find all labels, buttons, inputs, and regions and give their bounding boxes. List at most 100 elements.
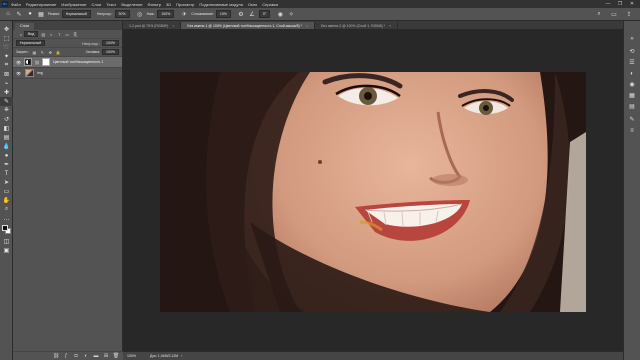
properties-panel-icon[interactable]: ☰ (624, 57, 640, 68)
new-layer-icon[interactable]: ⊞ (103, 353, 109, 359)
filter-shape-icon[interactable]: ▭ (64, 31, 70, 37)
link-icon[interactable]: ⛓ (53, 353, 59, 359)
gradient-tool-icon[interactable]: ▤ (0, 133, 13, 142)
fx-icon[interactable]: ƒ (63, 353, 69, 359)
menu-type[interactable]: Текст (106, 2, 116, 7)
layer-name[interactable]: Цветовой тон/Насыщенность 1 (53, 60, 103, 64)
shape-tool-icon[interactable]: ▭ (0, 187, 13, 196)
quick-select-tool-icon[interactable]: ✦ (0, 52, 13, 61)
airbrush-icon[interactable]: ✈ (180, 10, 188, 18)
menu-edit[interactable]: Редактирование (26, 2, 56, 7)
layer-mask-thumbnail[interactable] (42, 58, 50, 66)
brush-tool-icon[interactable]: ✎ (0, 97, 13, 106)
symmetry-icon[interactable]: ✧ (287, 10, 295, 18)
close-tab-icon[interactable]: × (306, 24, 308, 28)
minimize-button[interactable]: — (602, 1, 614, 7)
lock-pixels-icon[interactable]: ▦ (31, 49, 37, 55)
menu-image[interactable]: Изображение (61, 2, 86, 7)
doc-tab-3[interactable]: Без имени-2 @ 100% (Слой 1, RGB/8) * × (315, 22, 399, 29)
share-icon[interactable]: ⇪ (625, 10, 633, 18)
eraser-tool-icon[interactable]: ◧ (0, 124, 13, 133)
layer-name[interactable]: img (37, 71, 43, 75)
search-icon[interactable]: ⌕ (595, 10, 603, 18)
brush-settings-icon[interactable]: ▦ (37, 10, 45, 18)
adjustments-panel-icon[interactable]: ◐ (624, 68, 640, 79)
zoom-level[interactable]: 100% (127, 354, 136, 358)
folder-icon[interactable]: ▬ (93, 353, 99, 359)
color-swatches[interactable] (0, 223, 13, 237)
libraries-panel-icon[interactable]: ▤ (624, 101, 640, 112)
healing-brush-tool-icon[interactable]: ✚ (0, 88, 13, 97)
color-panel-icon[interactable]: ◉ (624, 79, 640, 90)
close-tab-icon[interactable]: × (172, 24, 174, 28)
history-brush-tool-icon[interactable]: ↺ (0, 115, 13, 124)
canvas-area[interactable] (123, 29, 623, 351)
visibility-eye-icon[interactable]: 👁 (15, 59, 22, 66)
brushes-panel-icon[interactable]: ✎ (624, 114, 640, 125)
crop-tool-icon[interactable]: ⌗ (0, 61, 13, 70)
opacity-input[interactable]: 30% (114, 10, 130, 18)
marquee-tool-icon[interactable]: ⬚ (0, 34, 13, 43)
maximize-button[interactable]: ❐ (614, 1, 626, 7)
chain-link-icon[interactable]: ⛓ (34, 59, 40, 65)
flow-input[interactable]: 100% (157, 10, 175, 18)
angle-input[interactable]: 0° (258, 10, 271, 18)
menu-select[interactable]: Выделение (121, 2, 142, 7)
brush-preset-icon[interactable]: ● (26, 10, 34, 18)
layer-filter-select[interactable]: Вид (24, 31, 39, 37)
pressure-size-icon[interactable]: ◉ (276, 10, 284, 18)
home-icon[interactable]: ⌂ (4, 10, 12, 18)
menu-layer[interactable]: Слои (92, 2, 102, 7)
filter-type-icon[interactable]: T (56, 31, 62, 37)
zoom-tool-icon[interactable]: ⌕ (0, 205, 13, 214)
filter-smart-icon[interactable]: ⎘ (72, 31, 78, 37)
trash-icon[interactable]: 🗑 (113, 353, 119, 359)
lasso-tool-icon[interactable]: ➰ (0, 43, 13, 52)
more-tools-icon[interactable]: … (0, 214, 13, 223)
clone-stamp-tool-icon[interactable]: ⎈ (0, 106, 13, 115)
foreground-color-swatch[interactable] (2, 225, 8, 231)
menu-filter[interactable]: Фильтр (148, 2, 161, 7)
lock-all-icon[interactable]: 🔒 (55, 49, 61, 55)
history-panel-icon[interactable]: ⟲ (624, 46, 640, 57)
smoothing-input[interactable]: 10% (215, 10, 231, 18)
brush-tool-icon[interactable]: ✎ (15, 10, 23, 18)
hand-tool-icon[interactable]: ✋ (0, 196, 13, 205)
menu-3d[interactable]: 3D (166, 2, 171, 7)
status-menu-arrow[interactable]: › (181, 354, 182, 358)
layer-opacity-input[interactable]: 100% (102, 40, 119, 46)
portrait-photo[interactable] (160, 72, 586, 312)
mode-select[interactable]: Нормальный (61, 10, 91, 18)
swatches-panel-icon[interactable]: ▦ (624, 90, 640, 101)
type-tool-icon[interactable]: T (0, 169, 13, 178)
eyedropper-tool-icon[interactable]: ⌁ (0, 79, 13, 88)
menu-window[interactable]: Окно (248, 2, 257, 7)
menu-help[interactable]: Справка (262, 2, 278, 7)
channels-panel-icon[interactable]: ≡ (624, 125, 640, 136)
pen-tool-icon[interactable]: ✒ (0, 160, 13, 169)
filter-pixel-icon[interactable]: ▨ (40, 31, 46, 37)
menu-file[interactable]: Файл (11, 2, 21, 7)
path-select-tool-icon[interactable]: ➤ (0, 178, 13, 187)
filter-adjust-icon[interactable]: ◐ (48, 31, 54, 37)
adjustment-thumbnail[interactable] (24, 58, 32, 66)
doc-tab-2[interactable]: Без имени-1 @ 100% (Цветовой тон/Насыщен… (181, 22, 316, 29)
collapse-panels-icon[interactable]: » (624, 33, 640, 44)
mask-icon[interactable]: ◘ (73, 353, 79, 359)
smoothing-settings-icon[interactable]: ⚙ (237, 10, 245, 18)
quick-mask-icon[interactable]: ◫ (0, 237, 13, 246)
lock-paint-icon[interactable]: ✎ (39, 49, 45, 55)
fill-input[interactable]: 100% (102, 49, 119, 55)
tab-layers[interactable]: Слои (15, 23, 35, 30)
blur-tool-icon[interactable]: 💧 (0, 142, 13, 151)
screen-mode-icon[interactable]: ▣ (0, 246, 13, 255)
lock-move-icon[interactable]: ✥ (47, 49, 53, 55)
frame-tool-icon[interactable]: ⊠ (0, 70, 13, 79)
adjustment-icon[interactable]: ◐ (83, 353, 89, 359)
dodge-tool-icon[interactable]: ● (0, 151, 13, 160)
move-tool-icon[interactable]: ✥ (0, 25, 13, 34)
visibility-eye-icon[interactable]: 👁 (15, 70, 22, 77)
menu-view[interactable]: Просмотр (176, 2, 194, 7)
pressure-opacity-icon[interactable]: ◎ (136, 10, 144, 18)
layer-row-img[interactable]: 👁 img (13, 68, 122, 79)
